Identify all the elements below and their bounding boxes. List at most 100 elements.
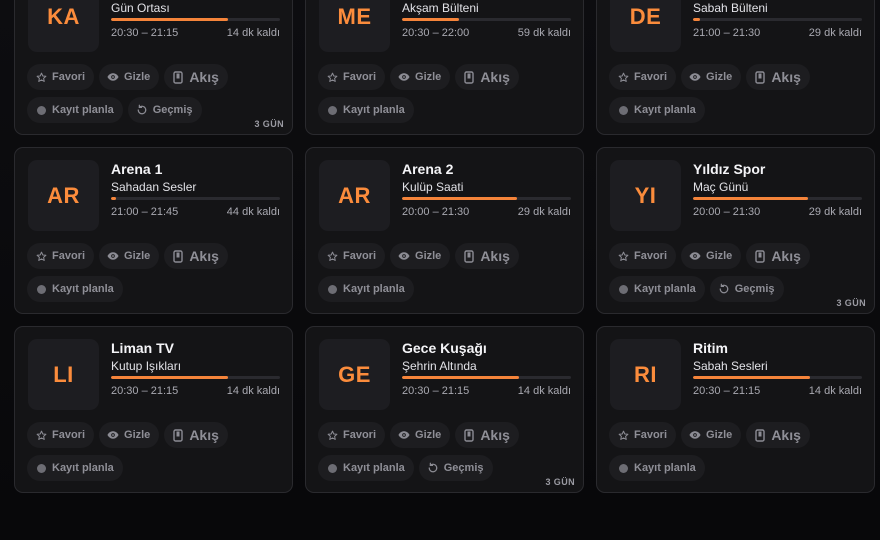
channel-card[interactable]: RI Ritim Sabah Sesleri 20:30 – 21:15 14 … <box>596 326 875 493</box>
flow-button[interactable]: Akış <box>746 422 810 448</box>
record-label: Kayıt planla <box>52 104 114 116</box>
channel-info: Gece Kuşağı Şehrin Altında 20:30 – 21:15… <box>402 339 571 398</box>
time-row: 21:00 – 21:30 29 dk kaldı <box>693 26 862 40</box>
flow-label: Akış <box>480 69 510 85</box>
favorite-button[interactable]: Favori <box>609 64 677 90</box>
history-button[interactable]: Geçmiş <box>418 455 493 481</box>
flow-button[interactable]: Akış <box>164 64 228 90</box>
flow-button[interactable]: Akış <box>164 243 228 269</box>
channel-card[interactable]: LI Liman TV Kutup Işıkları 20:30 – 21:15… <box>14 326 293 493</box>
record-button[interactable]: Kayıt planla <box>27 97 123 123</box>
record-label: Kayıt planla <box>343 283 405 295</box>
favorite-label: Favori <box>343 250 377 262</box>
record-dot-icon <box>617 283 629 295</box>
favorite-label: Favori <box>634 71 668 83</box>
history-button[interactable]: Geçmiş <box>709 276 784 302</box>
favorite-button[interactable]: Favori <box>609 422 677 448</box>
favorite-button[interactable]: Favori <box>318 422 386 448</box>
hide-label: Gizle <box>415 71 442 83</box>
progress-fill <box>402 197 517 200</box>
record-button[interactable]: Kayıt planla <box>27 276 123 302</box>
time-row: 20:00 – 21:30 29 dk kaldı <box>402 205 571 219</box>
eye-icon <box>107 71 119 83</box>
record-button[interactable]: Kayıt planla <box>609 455 705 481</box>
channel-card[interactable]: GE Gece Kuşağı Şehrin Altında 20:30 – 21… <box>305 326 584 493</box>
eye-icon <box>398 429 410 441</box>
hide-button[interactable]: Gizle <box>390 64 451 90</box>
time-remaining: 14 dk kaldı <box>226 385 280 397</box>
favorite-button[interactable]: Favori <box>27 422 95 448</box>
flow-button[interactable]: Akış <box>455 64 519 90</box>
phone-icon <box>172 428 184 442</box>
eye-icon <box>689 71 701 83</box>
progress-bar <box>111 197 280 200</box>
channel-logo: AR <box>28 160 99 231</box>
flow-button[interactable]: Akış <box>455 422 519 448</box>
flow-button[interactable]: Akış <box>746 243 810 269</box>
record-button[interactable]: Kayıt planla <box>609 97 705 123</box>
phone-icon <box>754 249 766 263</box>
record-button[interactable]: Kayıt planla <box>27 455 123 481</box>
program-time: 21:00 – 21:30 <box>693 27 761 39</box>
phone-icon <box>463 70 475 84</box>
favorite-button[interactable]: Favori <box>27 243 95 269</box>
hide-label: Gizle <box>415 429 442 441</box>
hide-button[interactable]: Gizle <box>390 243 451 269</box>
hide-button[interactable]: Gizle <box>99 243 160 269</box>
progress-fill <box>693 18 700 21</box>
flow-button[interactable]: Akış <box>746 64 810 90</box>
favorite-button[interactable]: Favori <box>318 243 386 269</box>
record-dot-icon <box>617 104 629 116</box>
progress-bar <box>693 376 862 379</box>
channel-name: Yıldız Spor <box>693 161 766 177</box>
archive-days-badge: 3 GÜN <box>545 477 575 487</box>
favorite-button[interactable]: Favori <box>318 64 386 90</box>
favorite-button[interactable]: Favori <box>609 243 677 269</box>
hide-label: Gizle <box>415 250 442 262</box>
card-actions: Favori Gizle Akış Kayıt planla <box>27 422 282 481</box>
flow-label: Akış <box>189 427 219 443</box>
record-button[interactable]: Kayıt planla <box>318 97 414 123</box>
channel-info: Arena 1 Sahadan Sesler 21:00 – 21:45 44 … <box>111 160 280 219</box>
program-time: 20:30 – 21:15 <box>111 27 179 39</box>
record-label: Kayıt planla <box>343 104 405 116</box>
flow-button[interactable]: Akış <box>455 243 519 269</box>
channel-card[interactable]: AR Arena 1 Sahadan Sesler 21:00 – 21:45 … <box>14 147 293 314</box>
hide-button[interactable]: Gizle <box>390 422 451 448</box>
flow-button[interactable]: Akış <box>164 422 228 448</box>
program-time: 20:30 – 21:15 <box>693 385 761 397</box>
record-button[interactable]: Kayıt planla <box>318 455 414 481</box>
progress-bar <box>402 18 571 21</box>
program-time: 20:30 – 22:00 <box>402 27 470 39</box>
star-icon <box>326 429 338 441</box>
record-button[interactable]: Kayıt planla <box>609 276 705 302</box>
eye-icon <box>689 429 701 441</box>
card-actions: Favori Gizle Akış Kayıt planla <box>318 64 573 123</box>
hide-button[interactable]: Gizle <box>681 64 742 90</box>
hide-button[interactable]: Gizle <box>99 422 160 448</box>
hide-label: Gizle <box>706 71 733 83</box>
history-button[interactable]: Geçmiş <box>127 97 202 123</box>
hide-label: Gizle <box>124 429 151 441</box>
flow-label: Akış <box>771 69 801 85</box>
channel-logo: GE <box>319 339 390 410</box>
hide-button[interactable]: Gizle <box>681 243 742 269</box>
time-row: 20:30 – 21:15 14 dk kaldı <box>111 26 280 40</box>
flow-label: Akış <box>480 248 510 264</box>
favorite-button[interactable]: Favori <box>27 64 95 90</box>
channel-logo: LI <box>28 339 99 410</box>
channel-card[interactable]: DE Sabah Bülteni 21:00 – 21:30 29 dk kal… <box>596 0 875 135</box>
channel-card[interactable]: YI Yıldız Spor Maç Günü 20:00 – 21:30 29… <box>596 147 875 314</box>
phone-icon <box>172 249 184 263</box>
program-time: 20:30 – 21:15 <box>111 385 179 397</box>
channel-card[interactable]: KA Gün Ortası 20:30 – 21:15 14 dk kaldı … <box>14 0 293 135</box>
hide-button[interactable]: Gizle <box>681 422 742 448</box>
channel-card[interactable]: AR Arena 2 Kulüp Saati 20:00 – 21:30 29 … <box>305 147 584 314</box>
record-dot-icon <box>35 462 47 474</box>
star-icon <box>617 71 629 83</box>
record-label: Kayıt planla <box>52 462 114 474</box>
progress-fill <box>402 18 460 21</box>
record-button[interactable]: Kayıt planla <box>318 276 414 302</box>
hide-button[interactable]: Gizle <box>99 64 160 90</box>
channel-card[interactable]: ME Akşam Bülteni 20:30 – 22:00 59 dk kal… <box>305 0 584 135</box>
